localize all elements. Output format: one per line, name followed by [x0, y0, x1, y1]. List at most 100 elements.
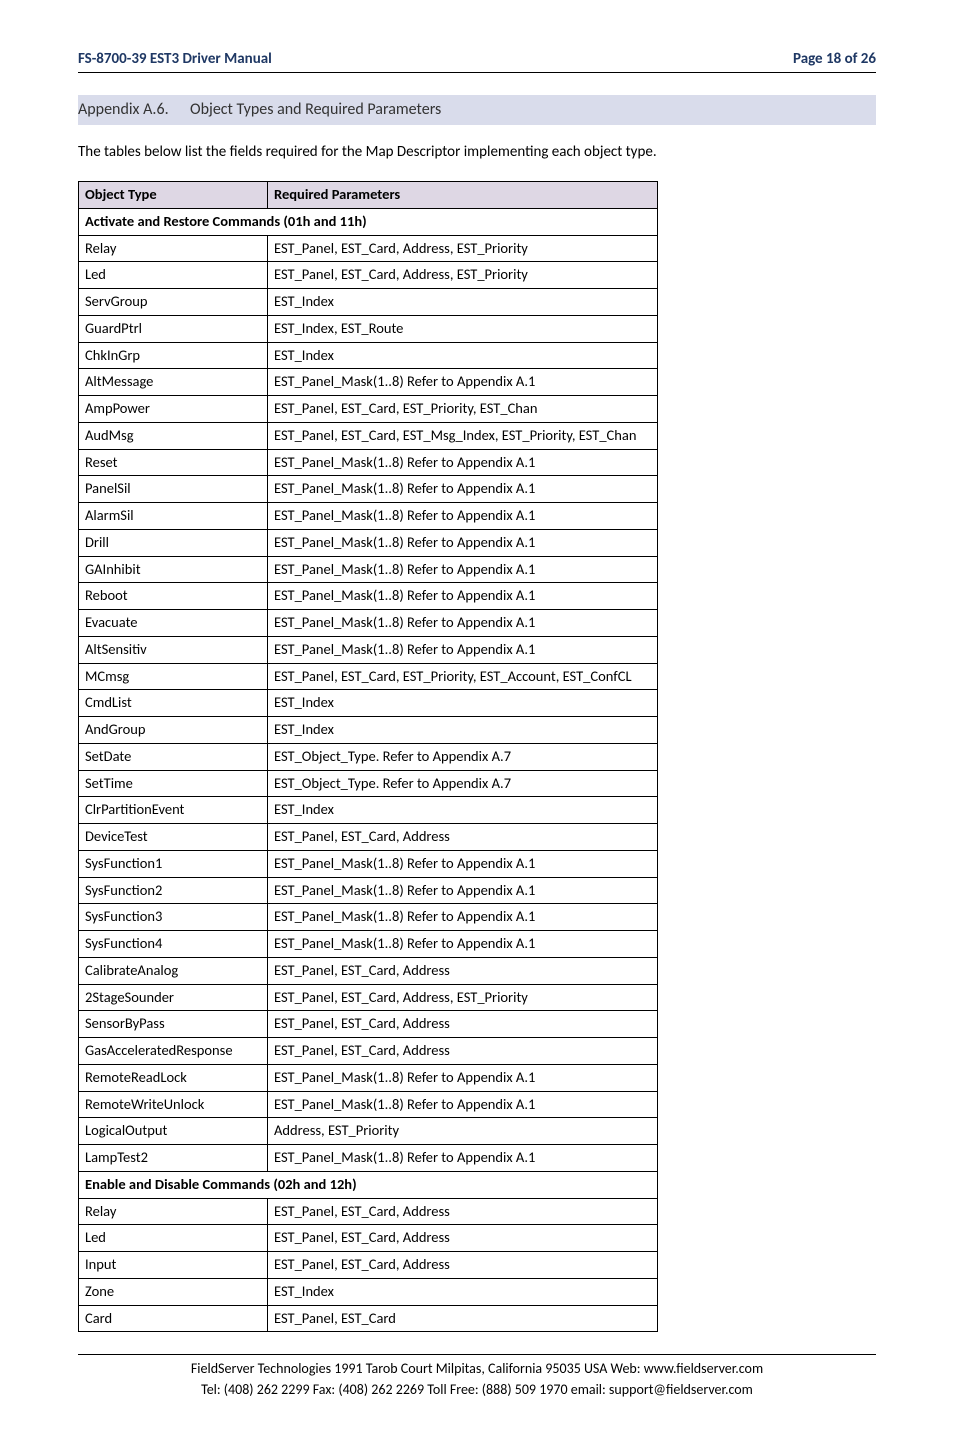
- cell-required-parameters: EST_Panel_Mask(1..8) Refer to Appendix A…: [268, 1145, 658, 1172]
- cell-required-parameters: EST_Panel_Mask(1..8) Refer to Appendix A…: [268, 476, 658, 503]
- cell-required-parameters: EST_Panel, EST_Card, Address: [268, 1011, 658, 1038]
- cell-object-type: AltSensitiv: [79, 636, 268, 663]
- header-left: FS-8700-39 EST3 Driver Manual: [78, 50, 272, 68]
- table-row: SysFunction2EST_Panel_Mask(1..8) Refer t…: [79, 877, 658, 904]
- cell-object-type: AndGroup: [79, 717, 268, 744]
- cell-required-parameters: EST_Panel_Mask(1..8) Refer to Appendix A…: [268, 610, 658, 637]
- table-row: AndGroupEST_Index: [79, 717, 658, 744]
- cell-object-type: PanelSil: [79, 476, 268, 503]
- table-row: LedEST_Panel, EST_Card, Address: [79, 1225, 658, 1252]
- cell-required-parameters: EST_Object_Type. Refer to Appendix A.7: [268, 770, 658, 797]
- cell-required-parameters: EST_Object_Type. Refer to Appendix A.7: [268, 743, 658, 770]
- cell-required-parameters: EST_Panel, EST_Card, Address: [268, 1038, 658, 1065]
- object-types-table: Object Type Required Parameters Activate…: [78, 181, 658, 1332]
- cell-object-type: SysFunction1: [79, 850, 268, 877]
- cell-required-parameters: EST_Panel_Mask(1..8) Refer to Appendix A…: [268, 931, 658, 958]
- cell-object-type: Led: [79, 262, 268, 289]
- cell-object-type: GAInhibit: [79, 556, 268, 583]
- cell-object-type: SysFunction2: [79, 877, 268, 904]
- footer-line1: FieldServer Technologies 1991 Tarob Cour…: [78, 1359, 876, 1379]
- cell-object-type: Reboot: [79, 583, 268, 610]
- table-row: AlarmSilEST_Panel_Mask(1..8) Refer to Ap…: [79, 503, 658, 530]
- cell-object-type: SysFunction3: [79, 904, 268, 931]
- table-row: DeviceTestEST_Panel, EST_Card, Address: [79, 824, 658, 851]
- cell-object-type: Input: [79, 1252, 268, 1279]
- cell-object-type: SetDate: [79, 743, 268, 770]
- cell-object-type: CmdList: [79, 690, 268, 717]
- cell-object-type: ChkInGrp: [79, 342, 268, 369]
- cell-required-parameters: EST_Panel_Mask(1..8) Refer to Appendix A…: [268, 904, 658, 931]
- cell-required-parameters: EST_Index: [268, 342, 658, 369]
- cell-required-parameters: EST_Panel_Mask(1..8) Refer to Appendix A…: [268, 850, 658, 877]
- cell-required-parameters: EST_Panel_Mask(1..8) Refer to Appendix A…: [268, 556, 658, 583]
- cell-required-parameters: EST_Index: [268, 797, 658, 824]
- table-row: 2StageSounderEST_Panel, EST_Card, Addres…: [79, 984, 658, 1011]
- table-row: GAInhibitEST_Panel_Mask(1..8) Refer to A…: [79, 556, 658, 583]
- cell-required-parameters: EST_Panel_Mask(1..8) Refer to Appendix A…: [268, 1064, 658, 1091]
- table-row: SysFunction1EST_Panel_Mask(1..8) Refer t…: [79, 850, 658, 877]
- cell-object-type: LampTest2: [79, 1145, 268, 1172]
- table-row: SensorByPassEST_Panel, EST_Card, Address: [79, 1011, 658, 1038]
- table-row: LedEST_Panel, EST_Card, Address, EST_Pri…: [79, 262, 658, 289]
- table-row: CmdListEST_Index: [79, 690, 658, 717]
- cell-required-parameters: EST_Panel, EST_Card: [268, 1305, 658, 1332]
- cell-object-type: ClrPartitionEvent: [79, 797, 268, 824]
- cell-required-parameters: EST_Panel, EST_Card, Address, EST_Priori…: [268, 984, 658, 1011]
- table-row: RemoteReadLockEST_Panel_Mask(1..8) Refer…: [79, 1064, 658, 1091]
- table-section-heading: Enable and Disable Commands (02h and 12h…: [79, 1171, 658, 1198]
- table-row: ServGroupEST_Index: [79, 289, 658, 316]
- cell-required-parameters: EST_Panel, EST_Card, Address: [268, 1198, 658, 1225]
- cell-object-type: 2StageSounder: [79, 984, 268, 1011]
- cell-required-parameters: EST_Panel_Mask(1..8) Refer to Appendix A…: [268, 529, 658, 556]
- cell-object-type: LogicalOutput: [79, 1118, 268, 1145]
- cell-object-type: Relay: [79, 1198, 268, 1225]
- cell-required-parameters: EST_Panel, EST_Card, Address, EST_Priori…: [268, 235, 658, 262]
- cell-object-type: Drill: [79, 529, 268, 556]
- col-required-parameters: Required Parameters: [268, 182, 658, 209]
- table-header-row: Object Type Required Parameters: [79, 182, 658, 209]
- table-row: RelayEST_Panel, EST_Card, Address, EST_P…: [79, 235, 658, 262]
- intro-text: The tables below list the fields require…: [78, 143, 876, 161]
- table-row: CardEST_Panel, EST_Card: [79, 1305, 658, 1332]
- table-section-heading: Activate and Restore Commands (01h and 1…: [79, 208, 658, 235]
- page-footer: FieldServer Technologies 1991 Tarob Cour…: [78, 1355, 876, 1400]
- table-section-row: Enable and Disable Commands (02h and 12h…: [79, 1171, 658, 1198]
- cell-object-type: AltMessage: [79, 369, 268, 396]
- cell-object-type: SetTime: [79, 770, 268, 797]
- cell-object-type: DeviceTest: [79, 824, 268, 851]
- table-row: RebootEST_Panel_Mask(1..8) Refer to Appe…: [79, 583, 658, 610]
- cell-required-parameters: EST_Panel, EST_Card, Address: [268, 1252, 658, 1279]
- table-row: EvacuateEST_Panel_Mask(1..8) Refer to Ap…: [79, 610, 658, 637]
- cell-object-type: CalibrateAnalog: [79, 957, 268, 984]
- table-row: InputEST_Panel, EST_Card, Address: [79, 1252, 658, 1279]
- cell-object-type: AmpPower: [79, 396, 268, 423]
- table-row: LogicalOutputAddress, EST_Priority: [79, 1118, 658, 1145]
- cell-required-parameters: EST_Panel_Mask(1..8) Refer to Appendix A…: [268, 636, 658, 663]
- cell-required-parameters: EST_Panel_Mask(1..8) Refer to Appendix A…: [268, 583, 658, 610]
- cell-required-parameters: Address, EST_Priority: [268, 1118, 658, 1145]
- cell-required-parameters: EST_Panel_Mask(1..8) Refer to Appendix A…: [268, 1091, 658, 1118]
- cell-object-type: ServGroup: [79, 289, 268, 316]
- cell-required-parameters: EST_Panel, EST_Card, EST_Priority, EST_C…: [268, 396, 658, 423]
- table-row: SysFunction3EST_Panel_Mask(1..8) Refer t…: [79, 904, 658, 931]
- section-number: Appendix A.6.: [78, 100, 190, 119]
- section-heading: Appendix A.6.Object Types and Required P…: [78, 95, 876, 125]
- table-row: SetDateEST_Object_Type. Refer to Appendi…: [79, 743, 658, 770]
- cell-object-type: GuardPtrl: [79, 315, 268, 342]
- cell-object-type: AlarmSil: [79, 503, 268, 530]
- cell-object-type: Relay: [79, 235, 268, 262]
- cell-required-parameters: EST_Panel, EST_Card, EST_Msg_Index, EST_…: [268, 422, 658, 449]
- cell-object-type: Zone: [79, 1278, 268, 1305]
- page-header: FS-8700-39 EST3 Driver Manual Page 18 of…: [78, 50, 876, 73]
- cell-required-parameters: EST_Index: [268, 1278, 658, 1305]
- cell-required-parameters: EST_Panel_Mask(1..8) Refer to Appendix A…: [268, 449, 658, 476]
- table-row: GasAcceleratedResponseEST_Panel, EST_Car…: [79, 1038, 658, 1065]
- table-section-row: Activate and Restore Commands (01h and 1…: [79, 208, 658, 235]
- section-title: Object Types and Required Parameters: [190, 100, 441, 119]
- cell-object-type: Evacuate: [79, 610, 268, 637]
- cell-object-type: RemoteReadLock: [79, 1064, 268, 1091]
- cell-object-type: Led: [79, 1225, 268, 1252]
- cell-object-type: Card: [79, 1305, 268, 1332]
- cell-required-parameters: EST_Panel_Mask(1..8) Refer to Appendix A…: [268, 877, 658, 904]
- table-row: DrillEST_Panel_Mask(1..8) Refer to Appen…: [79, 529, 658, 556]
